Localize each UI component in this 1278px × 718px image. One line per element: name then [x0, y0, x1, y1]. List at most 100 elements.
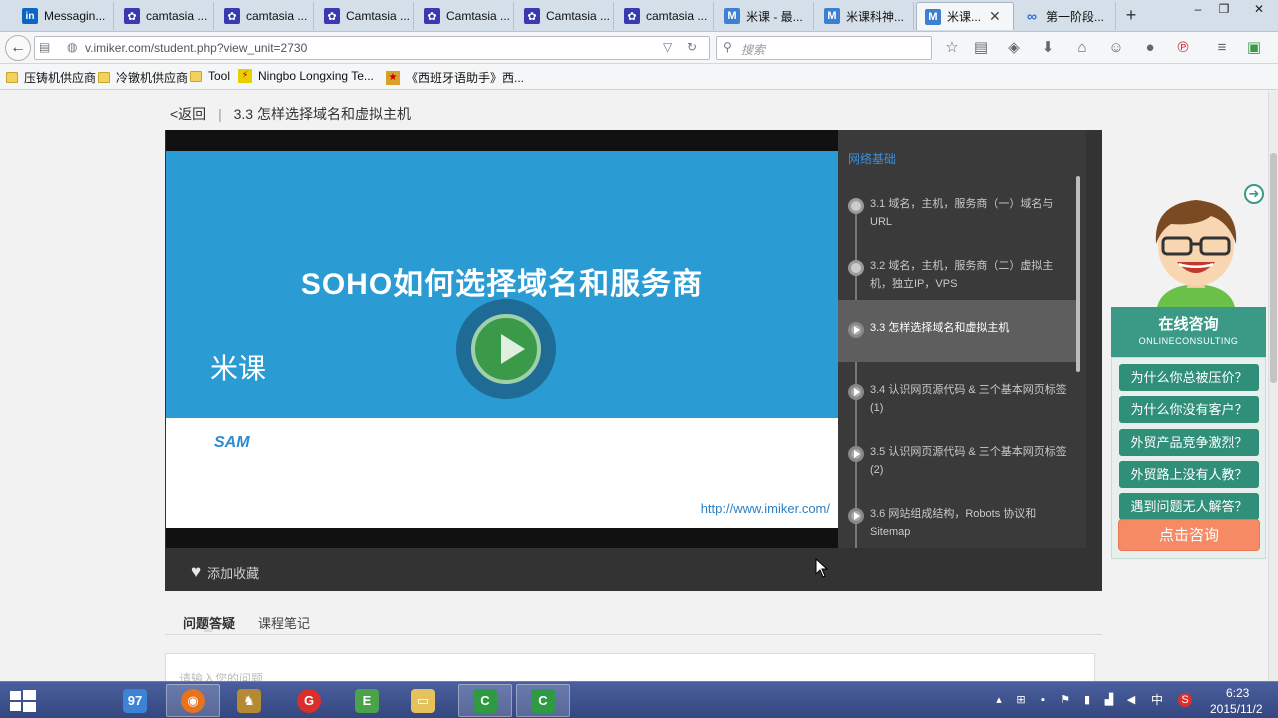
bookmark-link[interactable]: ★ 《西班牙语助手》西...: [386, 69, 524, 86]
m-icon: M: [824, 8, 840, 24]
taskbar-app-firefox[interactable]: ◉: [166, 684, 220, 717]
question-input[interactable]: 请输入您的问题: [165, 653, 1095, 681]
windows-icon[interactable]: ⊞: [1014, 693, 1028, 707]
battery-icon[interactable]: ▮: [1080, 693, 1094, 707]
browser-tab[interactable]: ✿ Camtasia ...: [316, 2, 414, 30]
chat-icon[interactable]: ☺: [1106, 38, 1126, 58]
tab-notes[interactable]: 课程笔记: [258, 613, 310, 632]
pocket-icon[interactable]: ◈: [1004, 38, 1024, 58]
url-text[interactable]: v.imiker.com/student.php?view_unit=2730: [85, 41, 307, 55]
breadcrumb-separator: |: [218, 106, 222, 122]
slide-banner: SOHO如何选择域名和服务商 米课: [166, 151, 838, 418]
close-tab-icon[interactable]: ✕: [989, 8, 1001, 25]
pinterest-icon[interactable]: ℗: [1173, 38, 1193, 58]
consult-question-button[interactable]: 为什么你总被压价？: [1119, 364, 1259, 391]
bookmark-label: Tool: [208, 69, 231, 83]
folder-icon: [98, 72, 110, 83]
network-icon[interactable]: ▟: [1102, 693, 1116, 707]
browser-tab[interactable]: ✿ Camtasia ...: [416, 2, 514, 30]
new-tab-button[interactable]: +: [1120, 4, 1142, 26]
windows-start-icon[interactable]: [8, 688, 38, 714]
sogou-icon[interactable]: S: [1178, 693, 1192, 707]
reload-icon[interactable]: ↻: [687, 40, 697, 54]
browser-tab[interactable]: M 米课科神...: [816, 2, 914, 30]
consult-widget: ➜ 在线咨询 ONLINECONSULTING 为什么你总被压价？ 为什么你没有…: [1111, 184, 1266, 559]
taskbar-app[interactable]: ♞: [222, 684, 276, 717]
consult-question-button[interactable]: 外贸产品竞争激烈？: [1119, 429, 1259, 456]
browser-tab[interactable]: M 米课 - 最...: [716, 2, 814, 30]
consult-question-button[interactable]: 遇到问题无人解答？: [1119, 493, 1259, 520]
browser-tab[interactable]: ∞ 第一阶段...: [1016, 2, 1116, 30]
back-link[interactable]: <返回: [170, 106, 206, 122]
playlist-item[interactable]: 3.4 认识网页源代码 & 三个基本网页标签(1): [838, 374, 1076, 436]
bookmark-folder[interactable]: 冷镦机供应商: [98, 69, 188, 86]
minimize-button[interactable]: –: [1184, 0, 1212, 20]
show-hidden-icons-icon[interactable]: ▴: [992, 693, 1006, 707]
browser-tab[interactable]: in Messagin...: [14, 2, 114, 30]
tab-label: 米课...: [947, 10, 982, 24]
page-scrollbar[interactable]: [1268, 91, 1278, 681]
close-window-button[interactable]: ✕: [1240, 0, 1278, 20]
game-icon: ♞: [237, 688, 261, 713]
video-area[interactable]: SOHO如何选择域名和服务商 米课 SAM http://www.imiker.…: [166, 130, 838, 548]
bookmark-link[interactable]: ⚡ Ningbo Longxing Te...: [238, 69, 374, 83]
lesson-label: 3.4 认识网页源代码 & 三个基本网页标签(1): [870, 384, 1067, 414]
taskbar-app-camtasia[interactable]: C: [516, 684, 570, 717]
browser-tab[interactable]: ✿ camtasia ...: [216, 2, 314, 30]
flag-icon[interactable]: ⚑: [1058, 693, 1072, 707]
dropdown-icon[interactable]: ▽: [663, 40, 672, 54]
taskbar-app-explorer[interactable]: ▭: [396, 684, 450, 717]
consult-cta-button[interactable]: 点击咨询: [1118, 519, 1260, 551]
tab-label: 第一阶段...: [1046, 9, 1105, 24]
device-icon[interactable]: ▪: [1036, 693, 1050, 707]
consult-question-button[interactable]: 外贸路上没有人教？: [1119, 461, 1259, 488]
bookmark-star-icon[interactable]: ☆: [942, 38, 962, 58]
browser-tab[interactable]: ✿ camtasia ...: [616, 2, 714, 30]
browser-tab-active[interactable]: M 米课... ✕: [916, 2, 1014, 30]
volume-icon[interactable]: ◀: [1124, 693, 1138, 707]
menu-icon[interactable]: ≡: [1212, 38, 1232, 58]
playlist-item-active[interactable]: 3.3 怎样选择域名和虚拟主机: [838, 300, 1076, 362]
browser-tab[interactable]: ✿ Camtasia ...: [516, 2, 614, 30]
paw-icon: ✿: [524, 8, 540, 24]
taskbar-app-evernote[interactable]: E: [340, 684, 394, 717]
ime-indicator[interactable]: 中: [1150, 693, 1164, 707]
taskbar-app[interactable]: 97: [108, 684, 162, 717]
video-player: SOHO如何选择域名和服务商 米课 SAM http://www.imiker.…: [165, 130, 1102, 591]
home-icon[interactable]: ⌂: [1072, 38, 1092, 58]
clock-date[interactable]: 2015/11/2: [1210, 702, 1263, 716]
folder-icon: ▭: [411, 688, 435, 713]
browser-tab[interactable]: ✿ camtasia ...: [116, 2, 214, 30]
play-icon: [848, 508, 864, 524]
search-bar[interactable]: ⚲ 搜索: [716, 36, 932, 60]
tab-label: camtasia ...: [646, 9, 708, 23]
consult-header: 在线咨询 ONLINECONSULTING: [1111, 307, 1266, 357]
playlist-section-title[interactable]: 网络基础: [848, 150, 896, 167]
speech-bubble-icon[interactable]: ●: [1140, 38, 1160, 58]
clock-time[interactable]: 6:23: [1226, 686, 1249, 700]
address-bar[interactable]: ▤ ◍ v.imiker.com/student.php?view_unit=2…: [34, 36, 710, 60]
bookmark-folder[interactable]: 压铸机供应商: [6, 69, 96, 86]
paw-icon: ✿: [324, 8, 340, 24]
restore-button[interactable]: ❐: [1210, 0, 1238, 20]
addon-icon[interactable]: ▣: [1244, 38, 1264, 58]
taskbar-app-camtasia[interactable]: C: [458, 684, 512, 717]
playlist-item[interactable]: 3.1 域名，主机，服务商（一）域名与URL: [838, 188, 1076, 250]
scrollbar-thumb[interactable]: [1270, 153, 1277, 383]
bookmark-folder[interactable]: Tool: [190, 69, 230, 83]
page-list-icon[interactable]: ▤: [39, 40, 50, 54]
consult-question-button[interactable]: 为什么你没有客户？: [1119, 396, 1259, 423]
video-slide: SOHO如何选择域名和服务商 米课 SAM http://www.imiker.…: [166, 151, 838, 528]
slide-title: SOHO如何选择域名和服务商: [300, 268, 704, 301]
add-favorite-button[interactable]: ♥ 添加收藏: [191, 562, 259, 582]
playlist-scrollbar[interactable]: [1076, 176, 1080, 372]
folder-icon: [190, 70, 202, 82]
back-button[interactable]: ←: [5, 35, 31, 61]
taskbar-app[interactable]: G: [282, 684, 336, 717]
reading-list-icon[interactable]: ▤: [971, 38, 991, 58]
download-icon[interactable]: ⬇: [1038, 38, 1058, 58]
search-icon: ⚲: [723, 40, 732, 54]
playlist-item[interactable]: 3.5 认识网页源代码 & 三个基本网页标签(2): [838, 436, 1076, 498]
play-button[interactable]: [456, 299, 556, 399]
playlist-item[interactable]: 3.6 网站组成结构，Robots 协议和 Sitemap: [838, 498, 1076, 548]
